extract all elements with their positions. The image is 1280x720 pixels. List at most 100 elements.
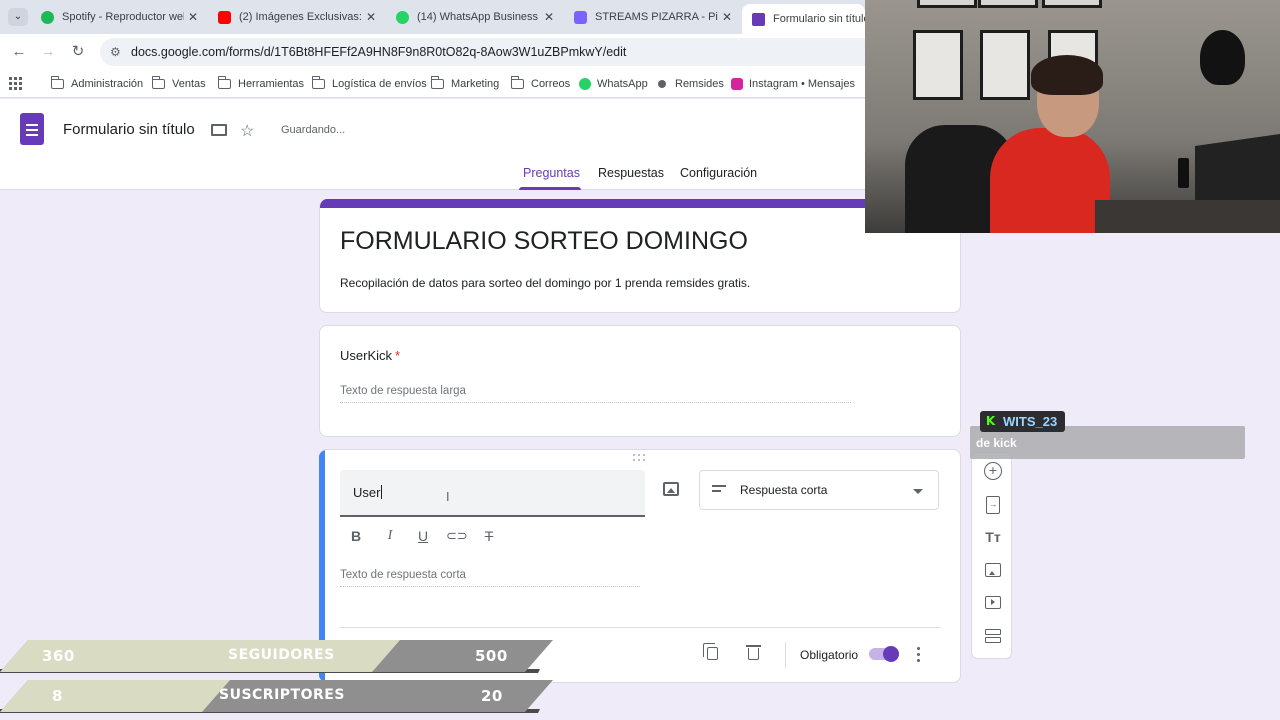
folder-icon	[311, 76, 325, 89]
bookmark-label: Ventas	[172, 78, 206, 90]
add-video-icon[interactable]	[985, 596, 1001, 609]
goal-current: 8	[52, 687, 63, 705]
forward-icon[interactable]: →	[37, 42, 59, 62]
folder-icon	[430, 76, 444, 89]
folder-icon	[50, 76, 64, 89]
footer-separator	[785, 642, 786, 668]
toggle-knob	[883, 646, 899, 662]
close-icon[interactable]: ✕	[184, 10, 202, 24]
bookmark-logistica[interactable]: Logística de envíos	[311, 76, 427, 92]
close-icon[interactable]: ✕	[362, 10, 380, 24]
bookmark-ventas[interactable]: Ventas	[151, 76, 206, 92]
duplicate-icon[interactable]	[703, 643, 718, 660]
star-icon[interactable]: ☆	[240, 121, 254, 141]
bookmark-label: Logística de envíos	[332, 78, 427, 90]
bookmark-label: Correos	[531, 78, 571, 90]
tab-respuestas[interactable]: Respuestas	[598, 166, 664, 180]
close-icon[interactable]: ✕	[718, 10, 736, 24]
webcam-feed	[865, 0, 1280, 233]
question-title: UserKick *	[340, 348, 400, 363]
folder-icon	[217, 76, 231, 89]
question-type-select[interactable]: Respuesta corta	[699, 470, 939, 510]
back-icon[interactable]: ←	[8, 42, 30, 62]
tab-title: Formulario sin título -	[773, 13, 865, 25]
import-questions-icon[interactable]: →	[986, 496, 1000, 514]
bookmark-label: WhatsApp	[597, 78, 648, 90]
bookmark-label: Herramientas	[238, 78, 305, 90]
tab-whatsapp[interactable]: (14) WhatsApp Business ✕	[386, 4, 564, 30]
chat-user-badge: K WITS_23	[980, 411, 1066, 432]
document-title[interactable]: Formulario sin título	[63, 121, 195, 138]
chat-message: K WITS_23 de kick	[970, 411, 1245, 459]
form-description[interactable]: Recopilación de datos para sorteo del do…	[340, 276, 750, 290]
bookmark-label: Instagram • Mensajes	[749, 78, 855, 90]
whatsapp-icon	[579, 78, 591, 90]
text-caret	[381, 485, 383, 499]
question-title-value: User	[353, 485, 381, 500]
apps-grid-icon[interactable]	[9, 77, 22, 90]
form-title[interactable]: FORMULARIO SORTEO DOMINGO	[340, 227, 748, 256]
tab-forms[interactable]: Formulario sin título -	[742, 4, 865, 34]
italic-icon[interactable]: I	[380, 526, 400, 546]
tab-configuracion[interactable]: Configuración	[680, 166, 757, 180]
add-image-icon[interactable]	[985, 563, 1001, 577]
bookmark-correos[interactable]: Correos	[510, 76, 571, 92]
drag-handle-icon[interactable]	[633, 454, 647, 461]
bookmark-instagram[interactable]: Instagram • Mensajes	[731, 76, 855, 92]
goal-label: SUSCRIPTORES	[219, 687, 345, 703]
tab-search-chevron-icon[interactable]: ⌄	[8, 8, 28, 26]
reload-icon[interactable]: ↻	[67, 42, 89, 62]
add-question-icon[interactable]: +	[984, 462, 1002, 480]
goal-current: 360	[42, 647, 75, 665]
bookmark-label: Remsides	[675, 78, 724, 90]
bookmark-whatsapp[interactable]: WhatsApp	[579, 76, 648, 92]
more-options-icon[interactable]	[917, 647, 921, 665]
close-icon[interactable]: ✕	[540, 10, 558, 24]
bold-icon[interactable]: B	[346, 526, 366, 546]
underline-icon[interactable]: U	[413, 526, 433, 546]
tab-title: STREAMS PIZARRA - Pizarr	[595, 11, 718, 23]
forms-logo-icon[interactable]	[20, 113, 44, 145]
forms-icon	[752, 12, 765, 26]
site-info-icon[interactable]: ⚙	[110, 38, 121, 66]
chat-text: de kick	[976, 436, 1017, 450]
bookmark-herramientas[interactable]: Herramientas	[217, 76, 305, 92]
add-image-icon[interactable]	[663, 482, 679, 496]
floating-toolbar: + → Tт	[971, 452, 1012, 659]
goal-bar-subscribers: 8 SUSCRIPTORES 20	[0, 680, 560, 714]
bookmark-marketing[interactable]: Marketing	[430, 76, 499, 92]
delete-icon[interactable]	[746, 645, 761, 660]
question-title-input[interactable]: User I	[340, 470, 645, 517]
clear-format-icon[interactable]: T	[479, 526, 499, 546]
add-title-icon[interactable]: Tт	[984, 528, 1002, 546]
required-label: Obligatorio	[800, 648, 859, 662]
question-type-label: Respuesta corta	[740, 483, 828, 497]
tab-streams-pizarra[interactable]: STREAMS PIZARRA - Pizarr ✕	[564, 4, 742, 30]
tab-title: Spotify - Reproductor web	[62, 11, 184, 23]
pizarra-icon	[574, 10, 587, 24]
short-answer-placeholder: Texto de respuesta corta	[340, 569, 640, 587]
add-section-icon[interactable]	[985, 629, 1001, 645]
footer-divider	[340, 627, 940, 628]
required-toggle[interactable]	[869, 646, 901, 662]
question-title-text: UserKick	[340, 348, 393, 363]
bookmark-administracion[interactable]: Administración	[50, 76, 144, 92]
link-icon[interactable]: ⊂⊃	[446, 526, 468, 546]
bookmark-label: Administración	[71, 78, 144, 90]
active-tab-indicator	[519, 187, 581, 190]
tab-spotify[interactable]: Spotify - Reproductor web ✕	[31, 4, 208, 30]
folder-icon	[510, 76, 524, 89]
tab-preguntas[interactable]: Preguntas	[523, 166, 580, 180]
long-answer-placeholder: Texto de respuesta larga	[340, 385, 851, 403]
youtube-icon	[218, 10, 231, 24]
remsides-icon	[658, 80, 666, 88]
move-to-folder-icon[interactable]	[211, 124, 227, 136]
question-card-userkick[interactable]: UserKick * Texto de respuesta larga	[319, 325, 961, 437]
goal-label: SEGUIDORES	[228, 647, 335, 663]
save-status: Guardando...	[281, 124, 346, 136]
folder-icon	[151, 76, 165, 89]
bookmark-remsides[interactable]: Remsides	[658, 76, 724, 92]
goal-target: 20	[481, 687, 503, 705]
spotify-icon	[41, 10, 54, 24]
tab-youtube[interactable]: (2) Imágenes Exclusivas: D ✕	[208, 4, 386, 30]
